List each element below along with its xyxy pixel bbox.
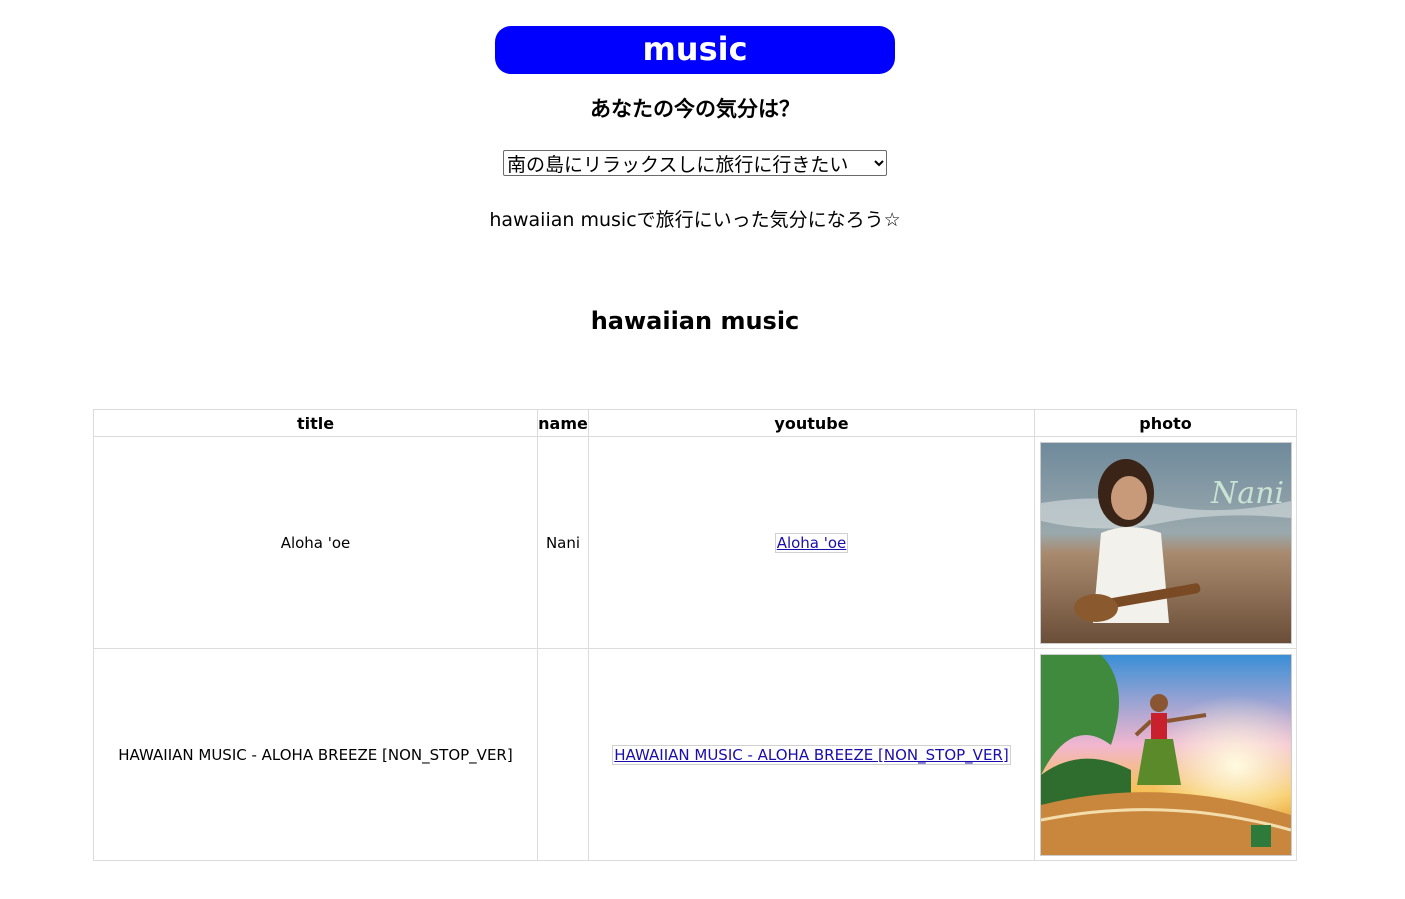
column-header-title: title bbox=[93, 409, 538, 437]
hula-dancer-illustration bbox=[1039, 653, 1292, 856]
mood-select-value: 南の島にリラックスしに旅行に行きたい bbox=[507, 153, 849, 176]
cell-name: Nani bbox=[537, 436, 589, 649]
section-title: hawaiian music bbox=[590, 307, 800, 335]
app-title-banner: music bbox=[495, 26, 895, 74]
table-header-row: title name youtube photo bbox=[93, 409, 1297, 437]
cell-photo: Nani bbox=[1034, 436, 1297, 649]
chevron-down-icon bbox=[872, 156, 886, 170]
cell-title: Aloha 'oe bbox=[93, 436, 538, 649]
table-row: HAWAIIAN MUSIC - ALOHA BREEZE [NON_STOP_… bbox=[93, 648, 1297, 861]
column-header-name: name bbox=[537, 409, 589, 437]
column-header-photo: photo bbox=[1034, 409, 1297, 437]
mood-message: hawaiian musicで旅行にいった気分になろう☆ bbox=[489, 209, 901, 231]
mood-select[interactable]: 南の島にリラックスしに旅行に行きたい bbox=[503, 150, 887, 176]
cell-photo bbox=[1034, 648, 1297, 861]
youtube-link[interactable]: Aloha 'oe bbox=[774, 532, 849, 553]
table-row: Aloha 'oe Nani Aloha 'oe Nani bbox=[93, 436, 1297, 649]
youtube-link[interactable]: HAWAIIAN MUSIC - ALOHA BREEZE [NON_STOP_… bbox=[612, 744, 1011, 765]
mood-question: あなたの今の気分は？ bbox=[590, 97, 800, 121]
cell-title: HAWAIIAN MUSIC - ALOHA BREEZE [NON_STOP_… bbox=[93, 648, 538, 861]
cell-youtube: Aloha 'oe bbox=[588, 436, 1035, 649]
artist-photo: Nani bbox=[1039, 441, 1292, 644]
cell-youtube: HAWAIIAN MUSIC - ALOHA BREEZE [NON_STOP_… bbox=[588, 648, 1035, 861]
music-table: title name youtube photo Aloha 'oe Nani … bbox=[93, 409, 1297, 861]
photo-caption: Nani bbox=[1210, 476, 1284, 511]
cell-name bbox=[537, 648, 589, 861]
column-header-youtube: youtube bbox=[588, 409, 1035, 437]
